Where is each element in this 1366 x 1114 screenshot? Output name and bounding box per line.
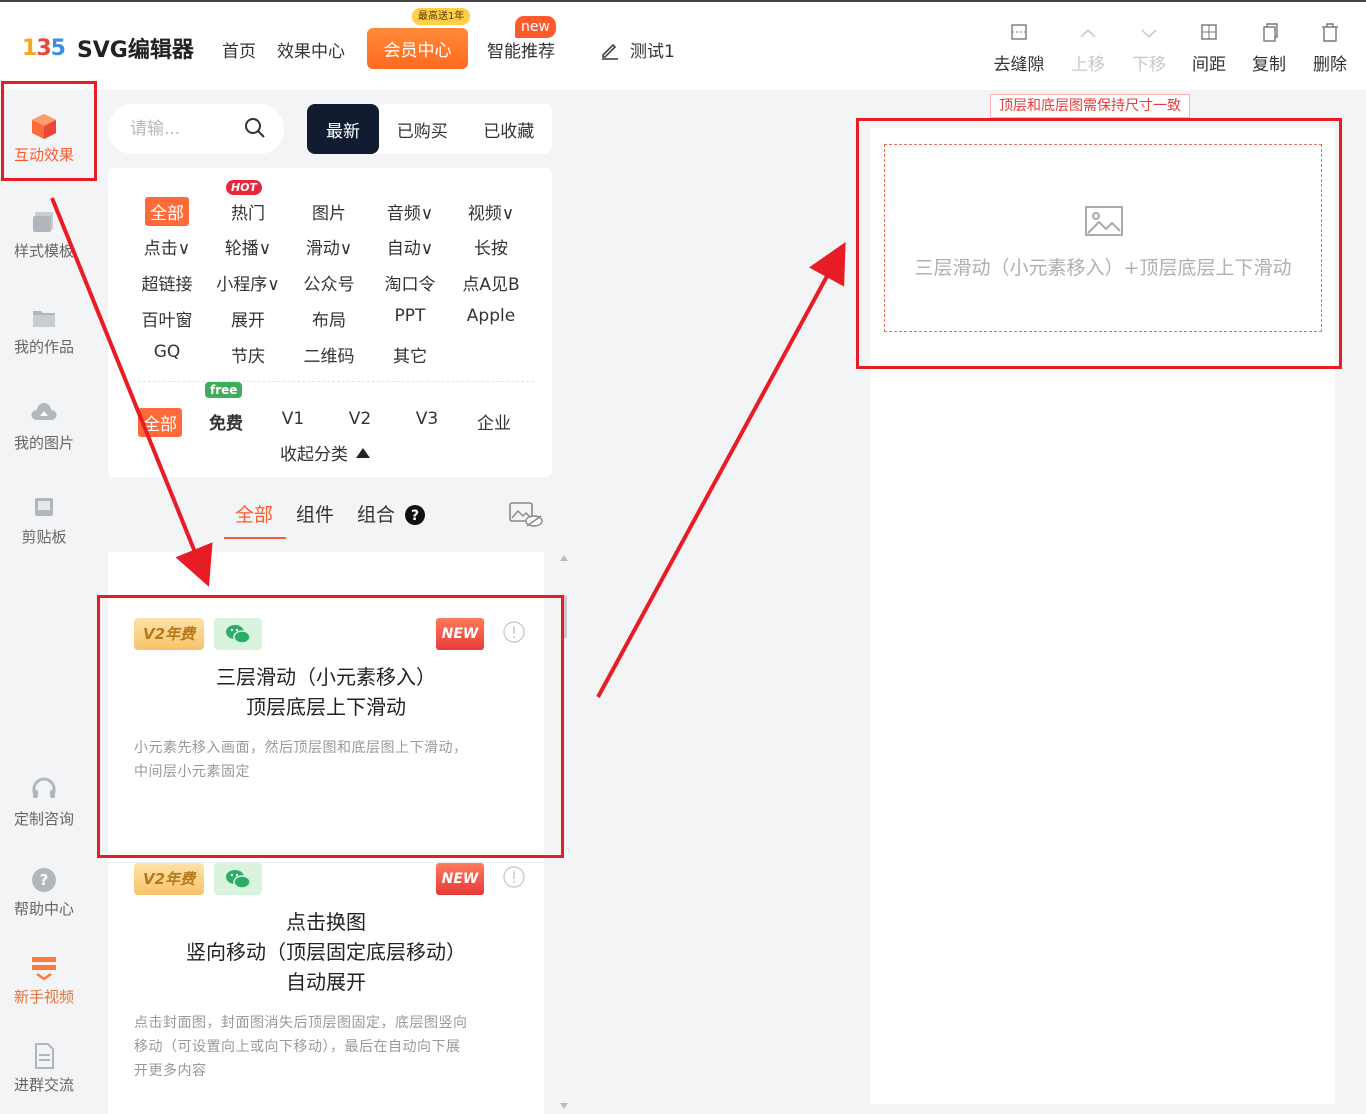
annotation-arrows (50, 197, 846, 698)
arrow-card-to-canvas (596, 241, 846, 698)
arrow-rail-to-card (50, 197, 213, 587)
